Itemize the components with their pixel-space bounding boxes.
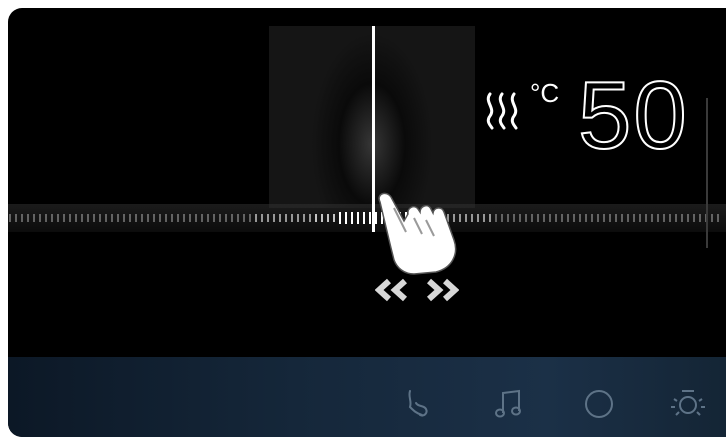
massage-icon[interactable]: [402, 387, 436, 421]
heat-waves-icon: [486, 92, 518, 130]
control-screen: °C 50: [8, 8, 726, 437]
swipe-hand-icon: [378, 192, 457, 275]
music-note-icon[interactable]: [493, 387, 527, 421]
temperature-value: 50: [577, 62, 689, 169]
bottom-toolbar: [8, 357, 726, 437]
temperature-unit: °C: [530, 78, 560, 108]
scale-ticks: [9, 212, 719, 224]
edge-divider: [706, 98, 708, 248]
temperature-readout: °C 50: [482, 65, 712, 170]
left-right-arrows-icon: [375, 278, 459, 302]
light-icon[interactable]: [668, 385, 708, 421]
circle-icon[interactable]: [582, 387, 616, 421]
